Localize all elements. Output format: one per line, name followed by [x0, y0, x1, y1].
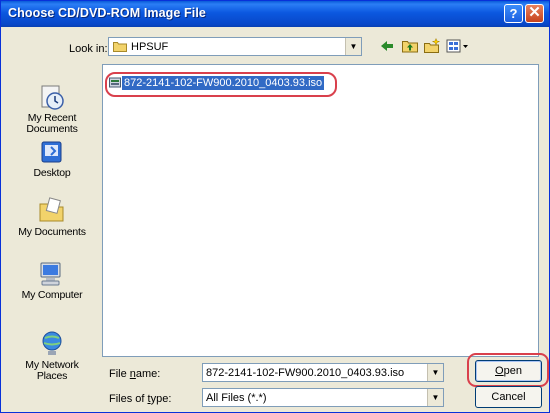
look-in-combo[interactable]: HPSUF ▼	[108, 37, 362, 56]
folder-icon	[113, 42, 127, 52]
highlight-ring-open	[467, 353, 549, 387]
places-bar: My Recent Documents Desktop My Documents	[7, 65, 97, 400]
open-file-dialog: Choose CD/DVD-ROM Image File ? ✕ Look in…	[0, 0, 550, 413]
chevron-down-icon[interactable]: ▼	[427, 364, 443, 381]
place-desktop[interactable]: Desktop	[7, 138, 97, 179]
my-documents-icon	[39, 197, 64, 222]
file-list[interactable]: 872-2141-102-FW900.2010_0403.93.iso	[102, 64, 539, 357]
place-my-network-places[interactable]: My Network Places	[7, 330, 97, 382]
new-folder-icon[interactable]	[423, 38, 441, 54]
back-arrow-icon[interactable]	[378, 38, 396, 54]
file-name-field[interactable]: 872-2141-102-FW900.2010_0403.93.iso ▼	[202, 363, 444, 382]
place-my-recent-documents[interactable]: My Recent Documents	[7, 83, 97, 135]
place-my-documents[interactable]: My Documents	[7, 195, 97, 238]
dialog-title: Choose CD/DVD-ROM Image File	[8, 6, 206, 20]
my-network-places-icon	[42, 331, 62, 355]
chevron-down-icon[interactable]: ▼	[427, 389, 443, 406]
title-bar[interactable]: Choose CD/DVD-ROM Image File ? ✕	[1, 1, 549, 27]
file-name-label: File name:	[109, 368, 161, 380]
cancel-button[interactable]: Cancel	[475, 386, 542, 408]
my-recent-documents-icon	[41, 85, 64, 110]
help-button[interactable]: ?	[504, 4, 523, 23]
file-type-select[interactable]: All Files (*.*) ▼	[202, 388, 444, 407]
file-type-label: Files of type:	[109, 393, 172, 405]
highlight-ring-file	[105, 72, 337, 97]
close-button[interactable]: ✕	[525, 4, 544, 23]
my-computer-icon	[40, 262, 61, 286]
look-in-value: HPSUF	[131, 41, 169, 53]
views-menu-icon[interactable]	[446, 38, 470, 54]
desktop-icon	[41, 141, 62, 163]
look-in-label: Look in:	[69, 43, 108, 55]
chevron-down-icon[interactable]: ▼	[345, 38, 361, 55]
place-my-computer[interactable]: My Computer	[7, 258, 97, 301]
up-one-level-icon[interactable]	[401, 38, 419, 54]
